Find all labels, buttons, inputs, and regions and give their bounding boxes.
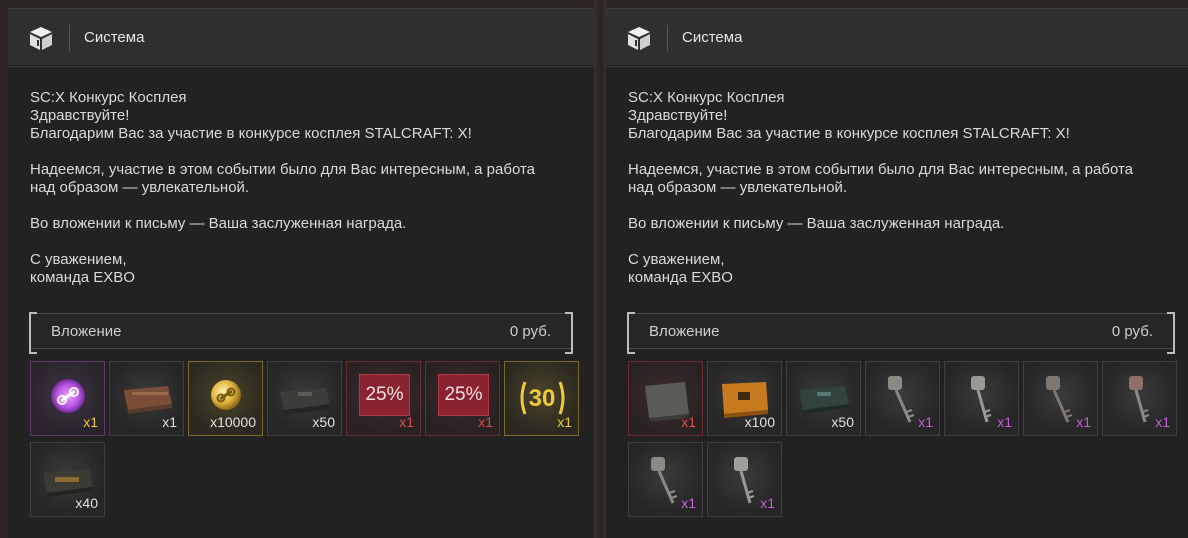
item-quantity: x10000 — [210, 414, 256, 430]
item-slot[interactable]: 30 x1 — [504, 361, 579, 436]
item-slot[interactable]: x1 — [30, 361, 105, 436]
item-slot[interactable]: x10000 — [188, 361, 263, 436]
item-quantity: x50 — [831, 414, 854, 430]
item-quantity: x100 — [744, 414, 775, 430]
item-slot[interactable]: x40 — [30, 442, 105, 517]
discount-coupon-icon: 25% — [359, 374, 410, 416]
message-line: Во вложении к письму — Ваша заслуженная … — [30, 215, 407, 232]
message-body: SC:X Конкурс Косплея Здравствуйте! Благо… — [628, 89, 1178, 287]
message-line: С уважением, — [628, 251, 725, 268]
message-line: Во вложении к письму — Ваша заслуженная … — [628, 215, 1005, 232]
mail-header: Система — [8, 9, 594, 67]
mail-panel-right: Система SC:X Конкурс Косплея Здравствуйт… — [606, 8, 1188, 538]
item-quantity: x1 — [1155, 414, 1170, 430]
item-slot[interactable]: x1 — [707, 442, 782, 517]
item-quantity: x1 — [681, 495, 696, 511]
item-slot[interactable]: 25% x1 — [425, 361, 500, 436]
item-slot[interactable]: x1 — [865, 361, 940, 436]
background-strip — [594, 0, 606, 538]
message-line: Надеемся, участие в этом событии было дл… — [30, 161, 536, 178]
item-slot[interactable]: x1 — [628, 361, 703, 436]
item-quantity: x40 — [75, 495, 98, 511]
header-title: Система — [84, 29, 145, 46]
item-slot[interactable]: x1 — [944, 361, 1019, 436]
attachment-price: 0 руб. — [509, 322, 551, 340]
item-quantity: x1 — [162, 414, 177, 430]
message-line: SC:X Конкурс Косплея — [628, 89, 785, 106]
item-quantity: x1 — [760, 495, 775, 511]
message-line: Здравствуйте! — [30, 107, 130, 124]
message-line: Благодарим Вас за участие в конкурсе кос… — [30, 125, 472, 142]
attachment-label: Вложение — [51, 322, 122, 340]
box-icon — [26, 23, 56, 53]
message-line: команда EXBO — [628, 269, 733, 286]
item-quantity: x1 — [399, 414, 414, 430]
item-slot[interactable]: x50 — [786, 361, 861, 436]
attachment-grid: x1 x100 x50 x1 x1 x1 x1 x1 x1 — [628, 361, 1188, 523]
attachment-grid: x1 x1 x10000 x50 25% x1 25% x1 30 x1 x40 — [30, 361, 590, 523]
box-icon — [624, 23, 654, 53]
item-quantity: x1 — [557, 414, 572, 430]
badge-label: 30 — [529, 385, 556, 412]
item-quantity: x1 — [918, 414, 933, 430]
discount-coupon-icon: 25% — [438, 374, 489, 416]
message-body: SC:X Конкурс Косплея Здравствуйте! Благо… — [30, 89, 580, 287]
attachment-bar: Вложение 0 руб. — [29, 312, 573, 354]
attachment-label: Вложение — [649, 322, 720, 340]
message-line: Здравствуйте! — [628, 107, 728, 124]
header-divider — [69, 24, 70, 51]
item-slot[interactable]: x1 — [1102, 361, 1177, 436]
message-line: команда EXBO — [30, 269, 135, 286]
mail-panel-left: Система SC:X Конкурс Косплея Здравствуйт… — [8, 8, 594, 538]
item-slot[interactable]: x1 — [109, 361, 184, 436]
attachment-price: 0 руб. — [1111, 322, 1153, 340]
message-line: SC:X Конкурс Косплея — [30, 89, 187, 106]
item-slot[interactable]: x100 — [707, 361, 782, 436]
item-slot[interactable]: 25% x1 — [346, 361, 421, 436]
message-line: над образом — увлекательной. — [628, 179, 848, 196]
item-slot[interactable]: x50 — [267, 361, 342, 436]
message-line: Благодарим Вас за участие в конкурсе кос… — [628, 125, 1070, 142]
item-quantity: x1 — [83, 414, 98, 430]
item-quantity: x50 — [312, 414, 335, 430]
header-divider — [667, 24, 668, 51]
header-title: Система — [682, 29, 743, 46]
item-slot[interactable]: x1 — [628, 442, 703, 517]
item-quantity: x1 — [997, 414, 1012, 430]
item-quantity: x1 — [681, 414, 696, 430]
message-line: Надеемся, участие в этом событии было дл… — [628, 161, 1134, 178]
mail-header: Система — [606, 9, 1188, 67]
item-quantity: x1 — [478, 414, 493, 430]
item-slot[interactable]: x1 — [1023, 361, 1098, 436]
attachment-bar: Вложение 0 руб. — [627, 312, 1175, 354]
item-quantity: x1 — [1076, 414, 1091, 430]
message-line: над образом — увлекательной. — [30, 179, 250, 196]
message-line: С уважением, — [30, 251, 127, 268]
